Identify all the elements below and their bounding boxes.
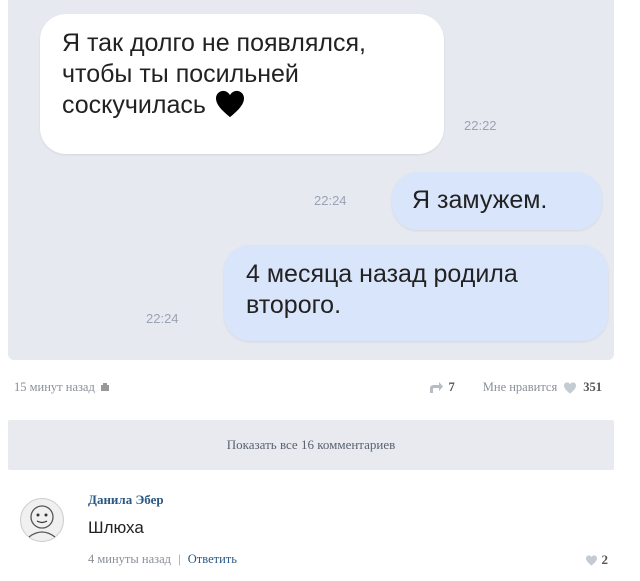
message-line: соскучилась [62,90,424,121]
reply-link[interactable]: Ответить [188,552,237,566]
comment: Данила Эбер Шлюха 4 минуты назад | Ответ… [8,480,614,580]
comment-like-count: 2 [601,552,609,567]
comment-time[interactable]: 4 минуты назад [88,552,171,566]
comment-author[interactable]: Данила Эбер [88,492,164,508]
separator: | [178,552,181,566]
avatar[interactable] [20,498,64,542]
heart-icon[interactable] [563,381,577,394]
message-text: соскучилась [62,91,206,119]
repost-count: 7 [448,380,455,394]
message-line: второго. [246,291,342,319]
message-time: 22:22 [464,118,497,133]
post-time[interactable]: 15 минут назад [14,380,95,394]
comment-meta: 4 минуты назад | Ответить [88,552,237,567]
message-line: 4 месяца назад родила [246,260,518,288]
like-label[interactable]: Мне нравится [483,380,557,395]
chat-screenshot: Я так долго не появлялся, чтобы ты посил… [8,0,614,360]
message-time: 22:24 [314,193,347,208]
show-all-comments-button[interactable]: Показать все 16 комментариев [8,420,614,470]
comment-like[interactable]: 2 [585,552,609,568]
incoming-message-bubble: Я так долго не появлялся, чтобы ты посил… [40,14,444,154]
message-time: 22:24 [146,311,179,326]
post-meta-row: 15 минут назад 7 Мне нравится 351 [8,376,612,398]
message-line: Я так долго не появлялся, [62,29,366,57]
camera-icon [100,383,109,391]
message-text: Я замужем. [412,186,548,214]
black-heart-icon [215,90,244,118]
outgoing-message-bubble: 4 месяца назад родила второго. [224,245,608,341]
outgoing-message-bubble: Я замужем. [392,172,602,230]
comment-text: Шлюха [88,518,144,537]
like-count: 351 [583,380,602,394]
message-line: чтобы ты посильней [62,60,299,88]
sketch-face-icon [28,505,56,538]
repost-icon[interactable] [429,381,443,394]
heart-icon [585,554,597,566]
